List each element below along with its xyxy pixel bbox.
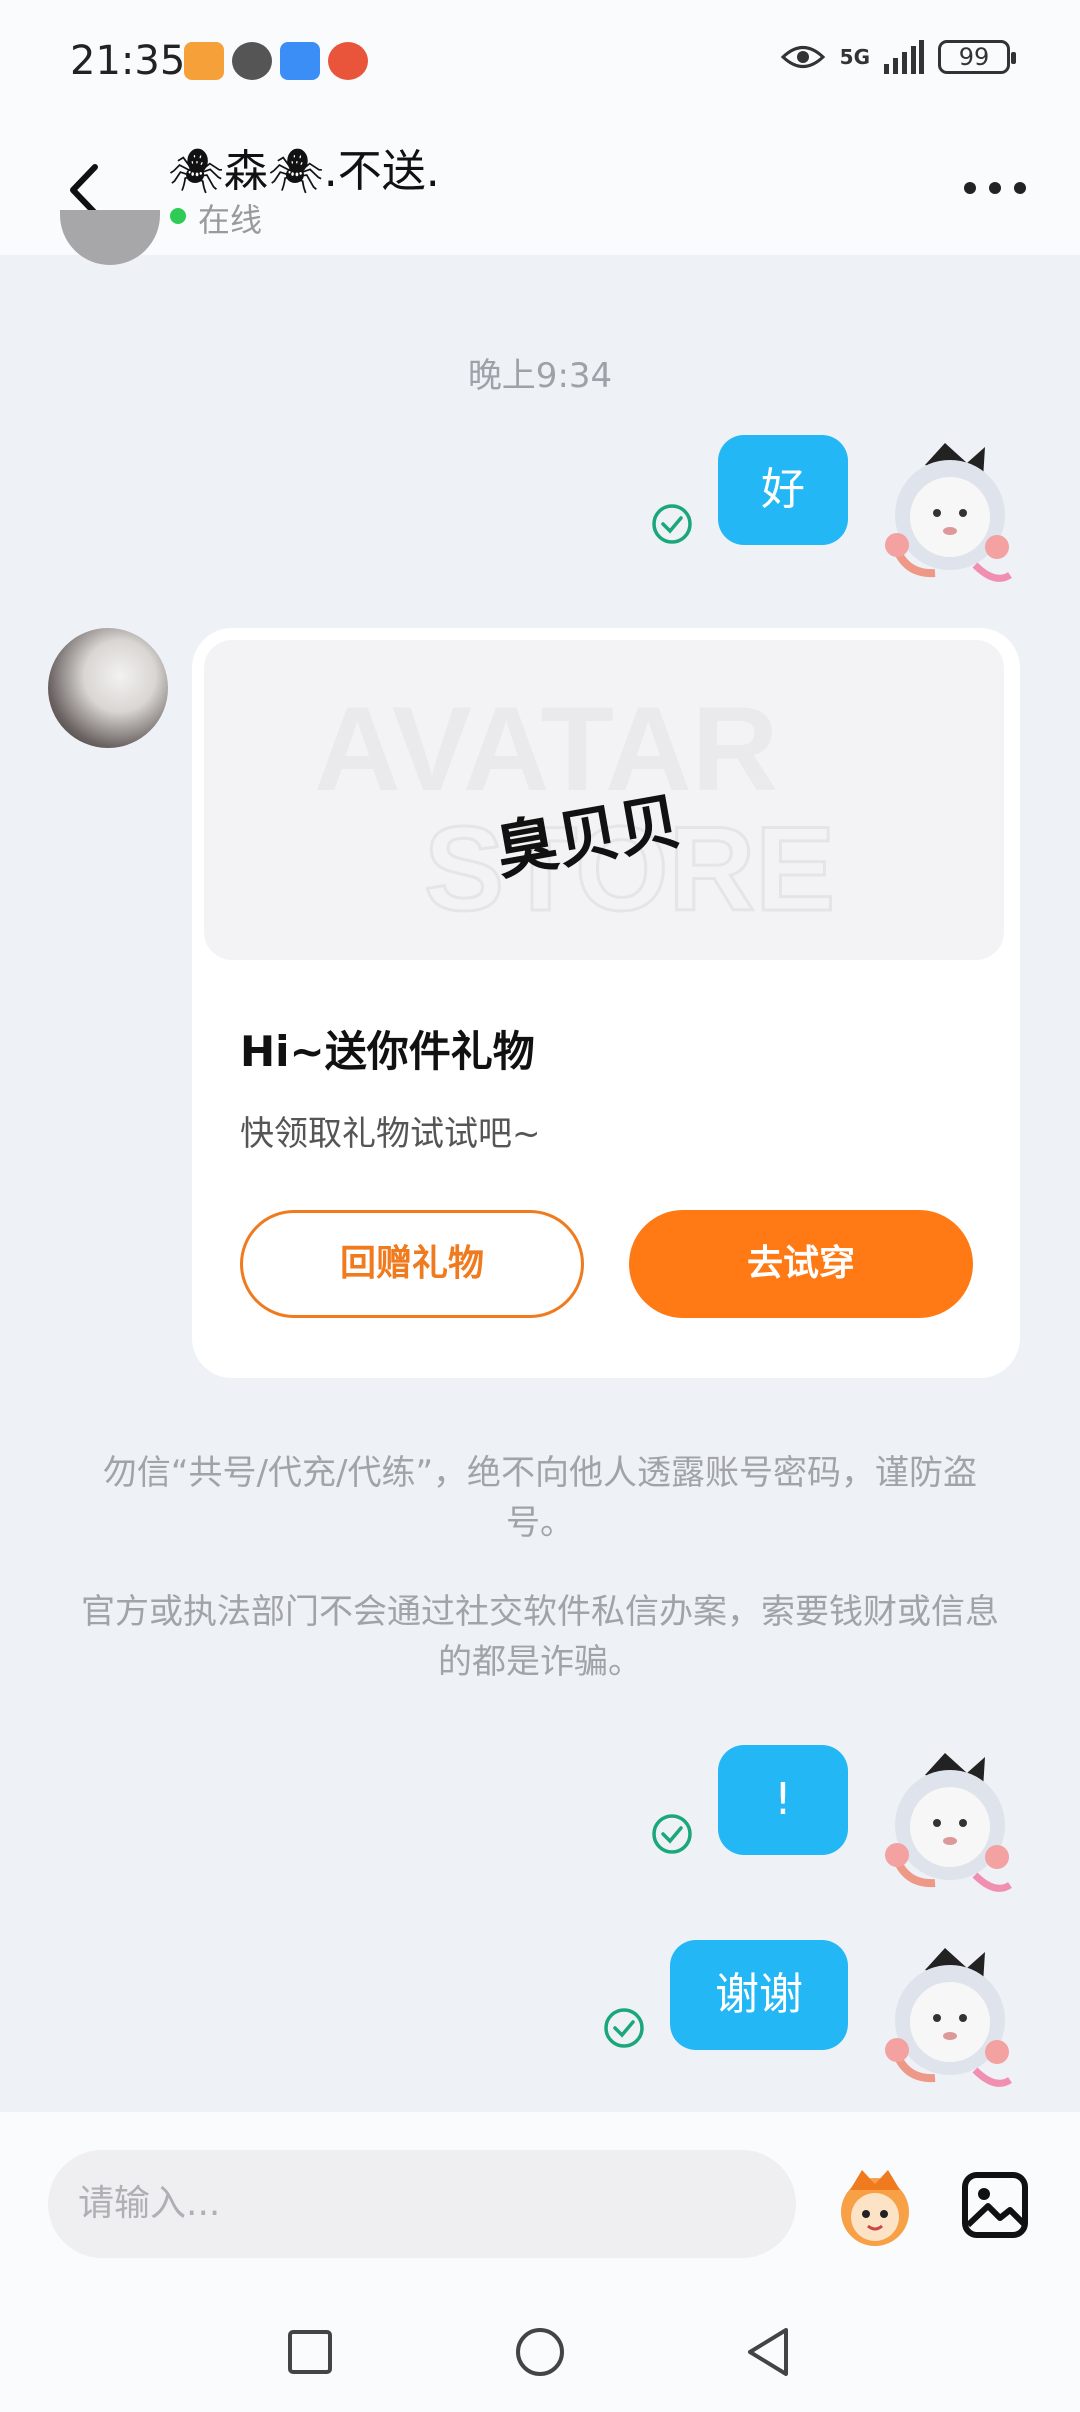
online-indicator [170,208,186,224]
gift-banner-image[interactable]: AVATAR STORE 臭贝贝 [204,640,1004,960]
app-notification-icon [184,42,224,80]
signal-icon [884,40,924,74]
back-triangle-icon[interactable] [738,2322,798,2382]
chat-header: 🕷森🕷.不送. 在线 [0,125,1080,255]
contact-avatar[interactable] [48,628,168,748]
notification-icons [184,42,368,80]
image-picker-icon[interactable] [960,2170,1030,2240]
read-check-icon [652,1814,692,1854]
message-icon [280,42,320,80]
network-label: 5G [839,45,870,69]
recents-square-icon[interactable] [280,2322,340,2382]
security-notice-1: 勿信“共号/代充/代练”，绝不向他人透露账号密码，谨防盗号。 [102,1453,978,1543]
gift-subtitle: 快领取礼物试试吧~ [240,1114,541,1154]
online-status: 在线 [198,201,263,239]
message-input[interactable]: 请输入... [48,2150,796,2258]
input-bar: 请输入... [0,2112,1080,2412]
eye-icon [780,46,825,68]
message-timestamp: 晚上9:34 [467,356,613,396]
my-avatar[interactable] [875,435,1015,585]
read-check-icon [652,504,692,544]
gift-title: Hi~送你件礼物 [240,1027,535,1076]
read-check-icon [604,2008,644,2048]
try-on-button[interactable]: 去试穿 [629,1210,973,1318]
status-bar: 21:35 5G 99 [0,0,1080,125]
app-notification-icon-2 [328,42,368,80]
previous-avatar [60,210,160,265]
system-navigation-bar [0,2302,1080,2412]
my-avatar[interactable] [875,1940,1015,2090]
home-circle-icon[interactable] [510,2322,570,2382]
sent-message-bubble[interactable]: 谢谢 [670,1940,848,2050]
sent-message-bubble[interactable]: 好 [718,435,848,545]
chat-title[interactable]: 🕷森🕷.不送. [168,135,440,199]
avatar-store-banner: AVATAR STORE 臭贝贝 [314,682,837,938]
more-horizontal-icon[interactable] [960,173,1030,203]
sent-message-bubble[interactable]: ! [718,1745,848,1855]
system-indicators: 5G 99 [780,40,1016,74]
return-gift-button[interactable]: 回赠礼物 [240,1210,584,1318]
status-time: 21:35 [70,38,186,84]
banner-watermark-1: AVATAR [314,682,778,816]
my-avatar[interactable] [875,1745,1015,1895]
security-notice-2: 官方或执法部门不会通过社交软件私信办案，索要钱财或信息的都是诈骗。 [81,1592,999,1682]
gift-card: AVATAR STORE 臭贝贝 Hi~送你件礼物 快领取礼物试试吧~ 回赠礼物… [192,628,1020,1378]
battery-icon: 99 [938,40,1016,74]
sticker-mascot-icon[interactable] [830,2162,920,2252]
wechat-icon [232,42,272,80]
